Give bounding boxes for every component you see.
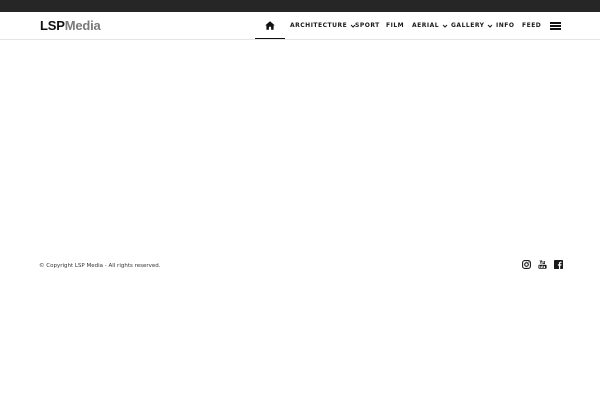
nav-label-gallery: GALLERY xyxy=(451,22,485,29)
nav-label-sport: SPORT xyxy=(355,22,380,29)
facebook-icon[interactable] xyxy=(554,260,563,269)
nav-item-aerial[interactable]: AERIAL xyxy=(412,12,448,39)
nav-item-home[interactable] xyxy=(255,12,285,39)
nav-item-info[interactable]: INFO xyxy=(496,12,514,39)
copyright-text: © Copyright LSP Media - All rights reser… xyxy=(39,263,161,269)
nav-label-aerial: AERIAL xyxy=(412,22,440,29)
nav-item-sport[interactable]: SPORT xyxy=(355,12,380,39)
nav-item-film[interactable]: FILM xyxy=(386,12,404,39)
home-icon xyxy=(265,20,275,30)
nav-label-film: FILM xyxy=(386,22,405,29)
main-nav: ARCHITECTURE SPORT FILM AERIAL GALLERY I… xyxy=(0,12,600,39)
chevron-down-icon xyxy=(442,24,448,28)
nav-label-info: INFO xyxy=(496,22,515,29)
top-bar xyxy=(0,0,600,12)
hamburger-menu-icon[interactable] xyxy=(550,22,561,30)
nav-label-architecture: ARCHITECTURE xyxy=(290,22,348,29)
chevron-down-icon xyxy=(488,24,493,28)
nav-item-feed[interactable]: FEED xyxy=(522,12,541,39)
nav-item-architecture[interactable]: ARCHITECTURE xyxy=(290,12,356,39)
nav-label-feed: FEED xyxy=(522,22,542,29)
nav-item-gallery[interactable]: GALLERY xyxy=(451,12,493,39)
site-header: LSPMedia ARCHITECTURE SPORT FILM AERIAL … xyxy=(0,12,600,40)
instagram-icon[interactable] xyxy=(522,260,531,269)
youtube-icon[interactable] xyxy=(538,260,547,269)
